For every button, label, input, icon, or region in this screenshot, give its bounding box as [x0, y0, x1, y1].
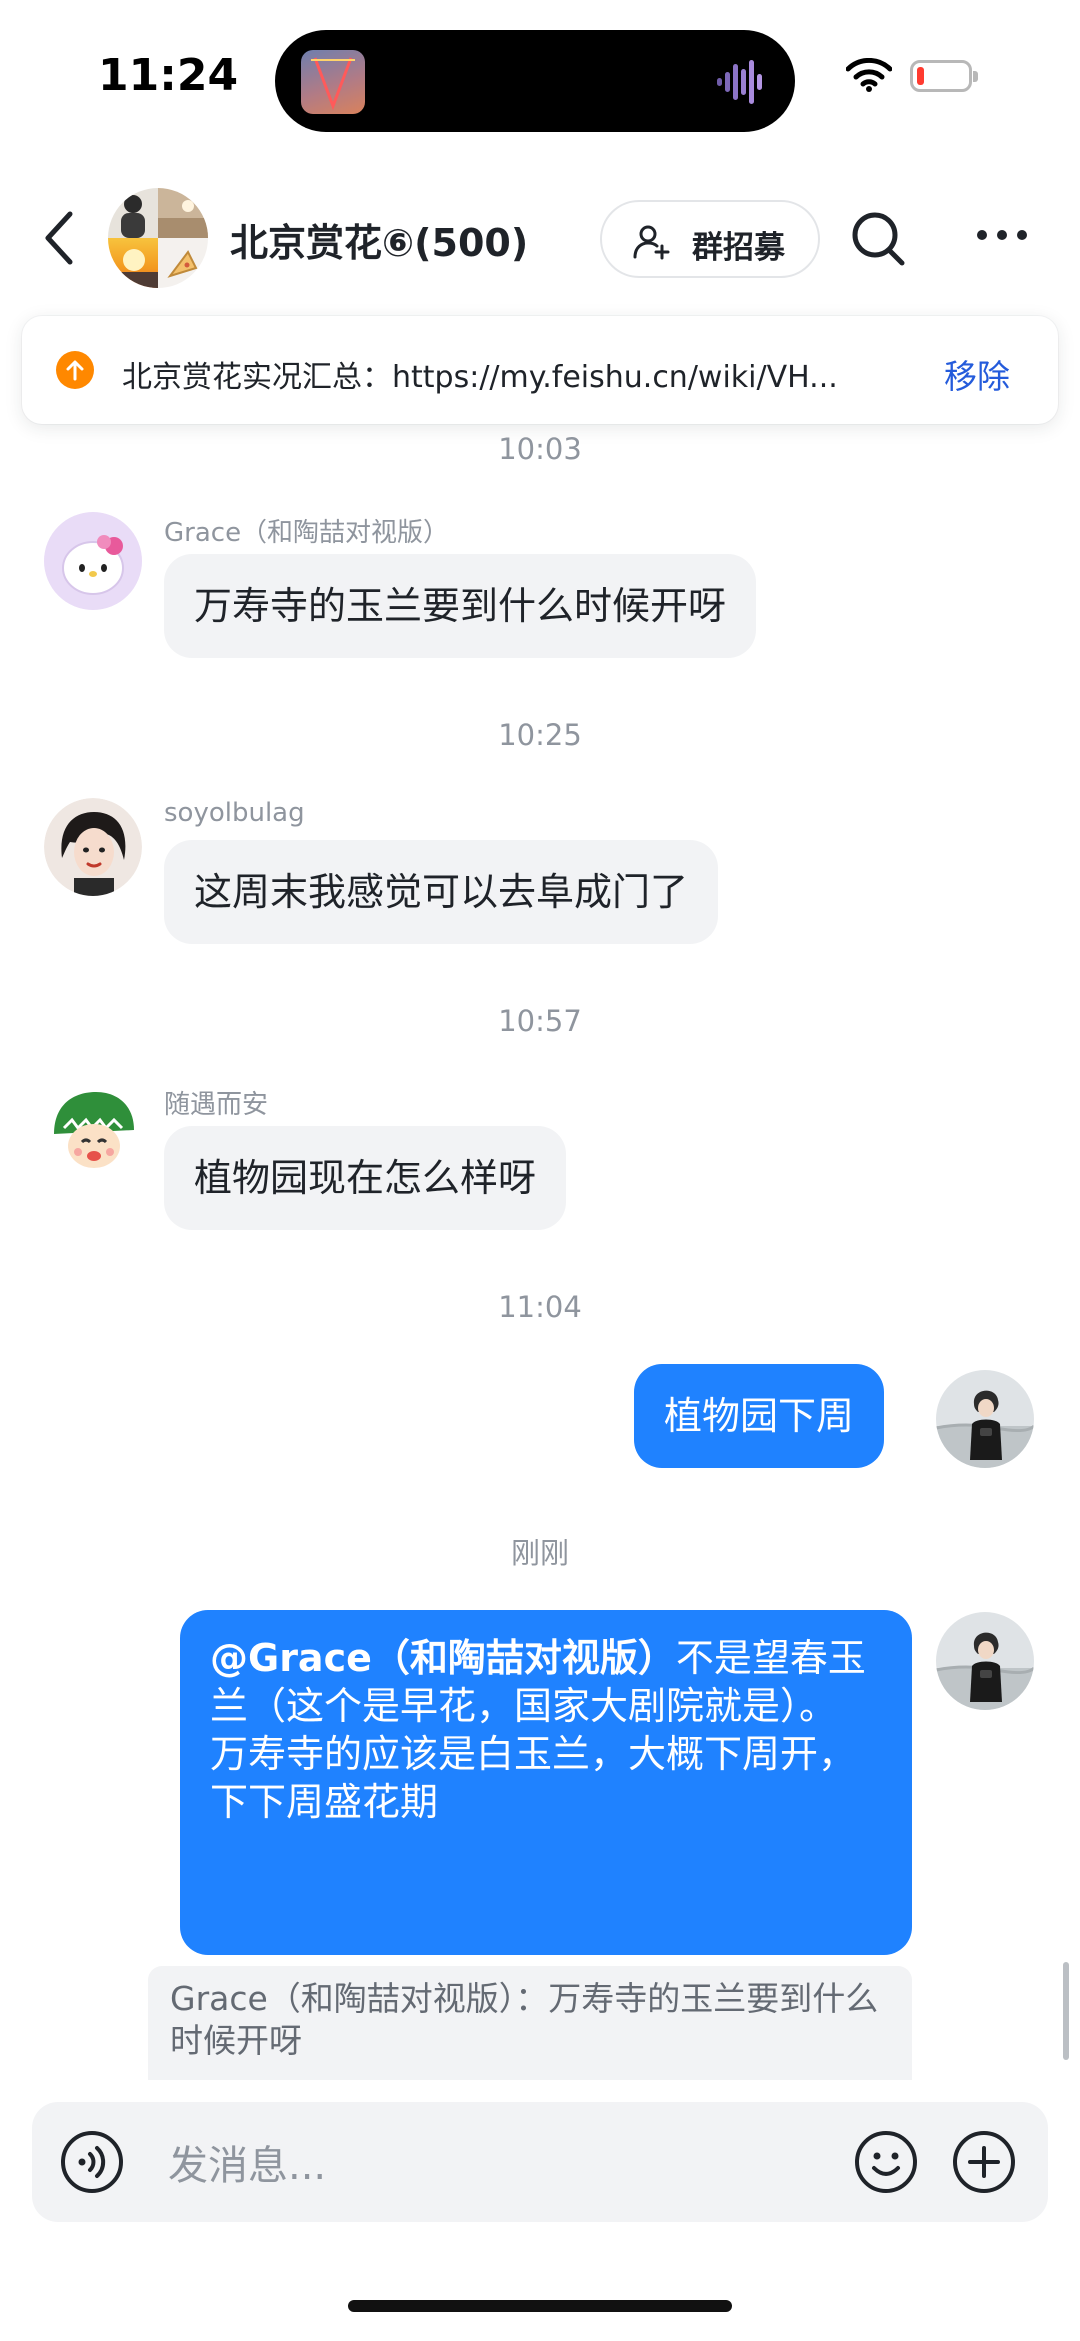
- emoji-icon[interactable]: [854, 2130, 918, 2194]
- quoted-reply[interactable]: Grace（和陶喆对视版）：万寿寺的玉兰要到什么时候开呀: [148, 1966, 912, 2080]
- dynamic-island[interactable]: [275, 30, 795, 132]
- message-text: 万寿寺的应该是白玉兰，大概下周开，下下周盛花期: [210, 1732, 857, 1824]
- pinned-text[interactable]: 北京赏花实况汇总：https://my.feishu.cn/wiki/VH...: [122, 352, 912, 396]
- message-bubble-outgoing[interactable]: @Grace（和陶喆对视版）不是望春玉兰（这个是早花，国家大剧院就是）。 万寿寺…: [180, 1610, 912, 1955]
- scrollbar[interactable]: [1063, 1962, 1069, 2060]
- my-avatar[interactable]: [936, 1370, 1034, 1468]
- avatar[interactable]: [44, 512, 142, 610]
- timestamp: 10:03: [498, 432, 582, 466]
- remove-pin-button[interactable]: 移除: [944, 350, 1010, 398]
- recruit-label: 群招募: [692, 230, 785, 266]
- mention[interactable]: @Grace（和陶喆对视版）: [210, 1636, 676, 1680]
- message-composer: [32, 2102, 1048, 2222]
- message-bubble[interactable]: 这周末我感觉可以去阜成门了: [164, 840, 719, 944]
- message-bubble[interactable]: 植物园现在怎么样呀: [164, 1126, 567, 1230]
- pinned-announcement[interactable]: 北京赏花实况汇总：https://my.feishu.cn/wiki/VH...…: [22, 316, 1058, 424]
- sender-name: Grace（和陶喆对视版）: [164, 518, 450, 548]
- sender-name: soyolbulag: [164, 798, 305, 828]
- message-bubble-outgoing[interactable]: 植物园下周: [634, 1364, 885, 1468]
- sender-name: 随遇而安: [164, 1090, 269, 1120]
- add-user-icon: [633, 225, 670, 260]
- group-avatar[interactable]: [108, 188, 208, 288]
- status-time: 11:24: [98, 50, 239, 101]
- search-icon[interactable]: [850, 210, 906, 268]
- chevron-left-icon[interactable]: [42, 208, 78, 268]
- avatar[interactable]: [44, 1084, 142, 1182]
- voice-icon[interactable]: [60, 2130, 124, 2194]
- upload-arrow-icon: [56, 351, 94, 389]
- more-icon[interactable]: [975, 228, 1029, 242]
- home-indicator[interactable]: [348, 2300, 732, 2312]
- plus-icon[interactable]: [952, 2130, 1016, 2194]
- battery-low-icon: [910, 60, 978, 92]
- timestamp: 10:57: [498, 1004, 582, 1038]
- message-bubble[interactable]: 万寿寺的玉兰要到什么时候开呀: [164, 554, 757, 658]
- timestamp: 10:25: [498, 718, 582, 752]
- message-input[interactable]: [168, 2138, 728, 2194]
- timestamp: 11:04: [498, 1290, 582, 1324]
- island-artwork-icon: [301, 50, 365, 114]
- audio-wave-icon: [717, 60, 762, 104]
- recruit-button[interactable]: 群招募: [600, 200, 820, 278]
- timestamp: 刚刚: [510, 1536, 569, 1570]
- my-avatar[interactable]: [936, 1612, 1034, 1710]
- avatar[interactable]: [44, 798, 142, 896]
- wifi-icon: [846, 58, 892, 92]
- group-title[interactable]: 北京赏花⑥(500): [230, 212, 528, 267]
